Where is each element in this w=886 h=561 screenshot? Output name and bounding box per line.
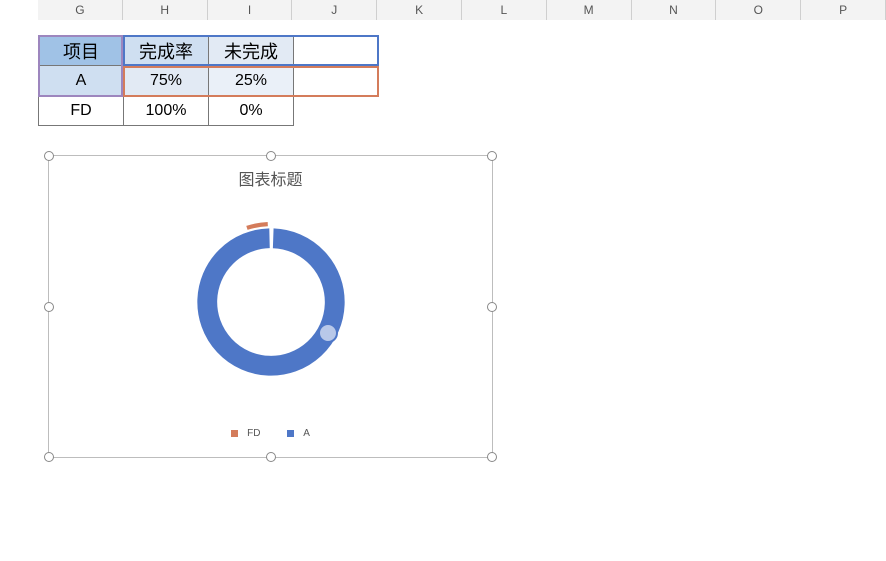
resize-handle-top-right[interactable] xyxy=(487,151,497,161)
cell[interactable]: FD xyxy=(39,96,124,126)
cell[interactable]: 75% xyxy=(124,66,209,96)
table-row[interactable]: FD 100% 0% xyxy=(39,96,294,126)
legend-label: A xyxy=(303,428,310,439)
cell[interactable]: 100% xyxy=(124,96,209,126)
col-header[interactable]: M xyxy=(547,0,632,20)
col-header[interactable]: H xyxy=(123,0,208,20)
datapoint-selection-handle[interactable] xyxy=(318,323,338,343)
cell[interactable]: A xyxy=(39,66,124,96)
cell[interactable]: 25% xyxy=(209,66,294,96)
donut-series-a xyxy=(205,236,337,368)
cell[interactable]: 0% xyxy=(209,96,294,126)
worksheet[interactable]: 项目 完成率 未完成 A 75% 25% FD 100% 0% 图表标题 xyxy=(38,20,886,561)
column-header-row: G H I J K L M N O P xyxy=(38,0,886,21)
resize-handle-left[interactable] xyxy=(44,302,54,312)
legend-item-fd[interactable]: FD xyxy=(225,428,269,439)
resize-handle-right[interactable] xyxy=(487,302,497,312)
legend-swatch-a xyxy=(287,430,294,437)
col-header[interactable]: O xyxy=(716,0,801,20)
resize-handle-bottom[interactable] xyxy=(266,452,276,462)
chart-object[interactable]: 图表标题 FD A xyxy=(48,155,493,458)
header-cell[interactable]: 未完成 xyxy=(209,36,294,66)
col-header[interactable]: N xyxy=(632,0,717,20)
legend-label: FD xyxy=(247,428,260,439)
resize-handle-bottom-left[interactable] xyxy=(44,452,54,462)
col-header[interactable]: G xyxy=(38,0,123,20)
legend-item-a[interactable]: A xyxy=(281,428,316,439)
header-cell[interactable]: 项目 xyxy=(39,36,124,66)
data-table[interactable]: 项目 完成率 未完成 A 75% 25% FD 100% 0% xyxy=(38,35,294,126)
chart-legend[interactable]: FD A xyxy=(49,428,492,439)
col-header[interactable]: I xyxy=(208,0,293,20)
col-header[interactable]: J xyxy=(292,0,377,20)
resize-handle-bottom-right[interactable] xyxy=(487,452,497,462)
legend-swatch-fd xyxy=(231,430,238,437)
resize-handle-top[interactable] xyxy=(266,151,276,161)
chart-plot-area[interactable] xyxy=(49,201,492,402)
col-header[interactable]: P xyxy=(801,0,886,20)
donut-chart[interactable] xyxy=(186,217,356,387)
header-cell[interactable]: 完成率 xyxy=(124,36,209,66)
resize-handle-top-left[interactable] xyxy=(44,151,54,161)
col-header[interactable]: L xyxy=(462,0,547,20)
table-row[interactable]: A 75% 25% xyxy=(39,66,294,96)
chart-title[interactable]: 图表标题 xyxy=(49,166,492,190)
col-header[interactable]: K xyxy=(377,0,462,20)
